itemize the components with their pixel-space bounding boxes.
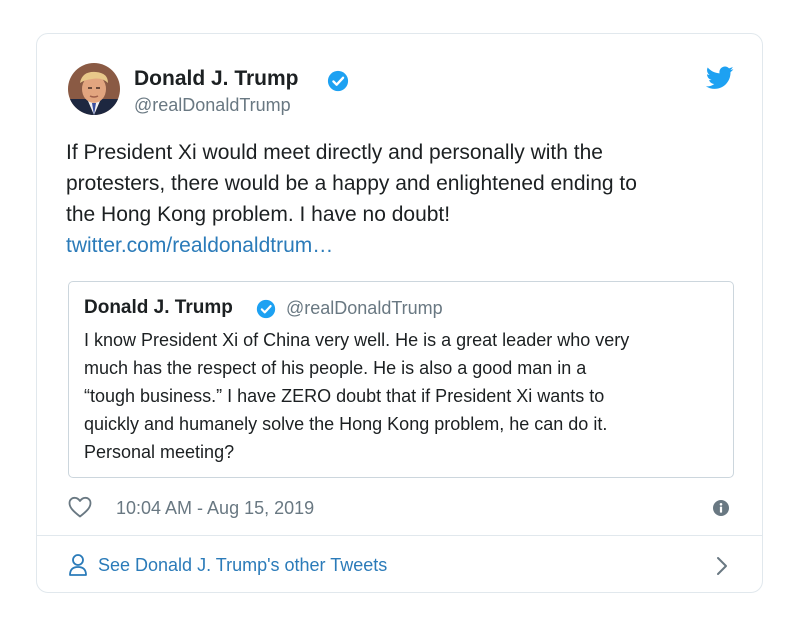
quoted-text-line: quickly and humanely solve the Hong Kong…: [84, 414, 608, 434]
twitter-bird-icon[interactable]: [706, 66, 734, 90]
embedded-tweet-card: Donald J. Trump @realDonaldTrump If Pres…: [36, 33, 763, 593]
verified-badge-icon: [327, 70, 349, 92]
tweet-text-line: If President Xi would meet directly and …: [66, 141, 603, 164]
quoted-author-handle: @realDonaldTrump: [286, 298, 443, 318]
quoted-text-line: Personal meeting?: [84, 442, 235, 462]
info-icon[interactable]: [713, 500, 729, 516]
quoted-text-line: much has the respect of his people. He i…: [84, 358, 587, 378]
quoted-author-name: Donald J. Trump: [84, 297, 233, 318]
footer-divider: [37, 535, 762, 536]
quoted-text-line: I know President Xi of China very well. …: [84, 330, 630, 350]
verified-badge-icon: [256, 299, 276, 319]
chevron-right-icon[interactable]: [716, 556, 728, 576]
tweet-text: If President Xi would meet directly and …: [66, 137, 726, 261]
tweet-text-line: protesters, there would be a happy and e…: [66, 172, 637, 195]
tweet-link[interactable]: twitter.com/realdonaldtrum…: [66, 230, 726, 261]
tweet-timestamp[interactable]: 10:04 AM - Aug 15, 2019: [116, 498, 314, 519]
author-handle[interactable]: @realDonaldTrump: [134, 95, 291, 116]
author-name[interactable]: Donald J. Trump: [134, 67, 299, 91]
quoted-text-line: “tough business.” I have ZERO doubt that…: [84, 386, 605, 406]
heart-icon[interactable]: [68, 496, 92, 518]
person-icon: [69, 554, 87, 576]
tweet-text-line: the Hong Kong problem. I have no doubt!: [66, 203, 451, 226]
other-tweets-link[interactable]: See Donald J. Trump's other Tweets: [98, 555, 387, 576]
quoted-tweet[interactable]: Donald J. Trump @realDonaldTrump I know …: [68, 281, 734, 478]
quoted-tweet-text: I know President Xi of China very well. …: [84, 326, 724, 466]
avatar[interactable]: [68, 63, 120, 115]
